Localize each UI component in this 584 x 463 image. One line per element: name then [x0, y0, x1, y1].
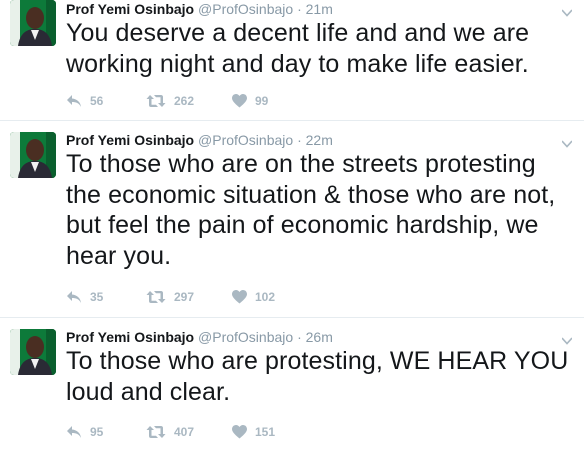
tweet-text: To those who are on the streets protesti…	[66, 150, 556, 270]
retweet-icon	[146, 291, 166, 303]
tweet-text: To those who are protesting, WE HEAR YOU…	[66, 347, 569, 406]
retweet-count: 262	[174, 94, 195, 108]
like-count: 151	[255, 425, 276, 439]
separator-dot: ·	[297, 132, 302, 148]
retweet-button[interactable]: 262	[146, 91, 194, 111]
reply-button[interactable]: 35	[66, 287, 103, 307]
chevron-down-icon[interactable]	[561, 332, 573, 345]
like-button[interactable]: 102	[232, 287, 275, 307]
reply-icon	[67, 95, 81, 107]
like-count: 102	[255, 290, 276, 304]
like-button[interactable]: 99	[232, 91, 268, 111]
avatar[interactable]	[10, 0, 56, 46]
author-handle[interactable]: @ProfOsinbajo	[198, 1, 293, 17]
separator-dot: ·	[297, 329, 302, 345]
avatar[interactable]	[10, 132, 56, 178]
tweet-timestamp[interactable]: 26m	[306, 329, 333, 345]
separator-dot: ·	[297, 1, 302, 17]
tweet-header: Prof Yemi Osinbajo @ProfOsinbajo · 21m	[66, 0, 333, 18]
tweet-timestamp[interactable]: 21m	[306, 1, 333, 17]
retweet-count: 297	[174, 290, 195, 304]
retweet-button[interactable]: 297	[146, 287, 194, 307]
tweet[interactable]: Prof Yemi Osinbajo @ProfOsinbajo · 21m Y…	[0, 0, 584, 121]
tweet-header: Prof Yemi Osinbajo @ProfOsinbajo · 22m	[66, 131, 333, 149]
tweet-text: You deserve a decent life and and we are…	[66, 19, 530, 78]
reply-count: 56	[90, 94, 104, 108]
author-handle[interactable]: @ProfOsinbajo	[198, 329, 293, 345]
reply-button[interactable]: 56	[66, 91, 103, 111]
reply-icon	[67, 291, 81, 303]
like-button[interactable]: 151	[232, 422, 275, 442]
author-name[interactable]: Prof Yemi Osinbajo	[66, 132, 194, 148]
reply-button[interactable]: 95	[66, 422, 103, 442]
retweet-button[interactable]: 407	[146, 422, 194, 442]
chevron-down-icon[interactable]	[561, 135, 573, 148]
reply-icon	[67, 426, 81, 438]
chevron-down-icon[interactable]	[561, 4, 573, 17]
tweet[interactable]: Prof Yemi Osinbajo @ProfOsinbajo · 22m T…	[0, 121, 584, 318]
tweet-header: Prof Yemi Osinbajo @ProfOsinbajo · 26m	[66, 328, 333, 346]
reply-count: 35	[90, 290, 104, 304]
author-handle[interactable]: @ProfOsinbajo	[198, 132, 293, 148]
reply-count: 95	[90, 425, 104, 439]
like-count: 99	[255, 94, 269, 108]
tweet-timestamp[interactable]: 22m	[306, 132, 333, 148]
tweet[interactable]: Prof Yemi Osinbajo @ProfOsinbajo · 26m T…	[0, 318, 584, 463]
heart-icon	[232, 290, 247, 304]
heart-icon	[232, 94, 247, 108]
heart-icon	[232, 425, 247, 439]
retweet-icon	[146, 95, 166, 107]
retweet-count: 407	[174, 425, 195, 439]
avatar[interactable]	[10, 329, 56, 375]
author-name[interactable]: Prof Yemi Osinbajo	[66, 1, 194, 17]
retweet-icon	[146, 426, 166, 438]
author-name[interactable]: Prof Yemi Osinbajo	[66, 329, 194, 345]
